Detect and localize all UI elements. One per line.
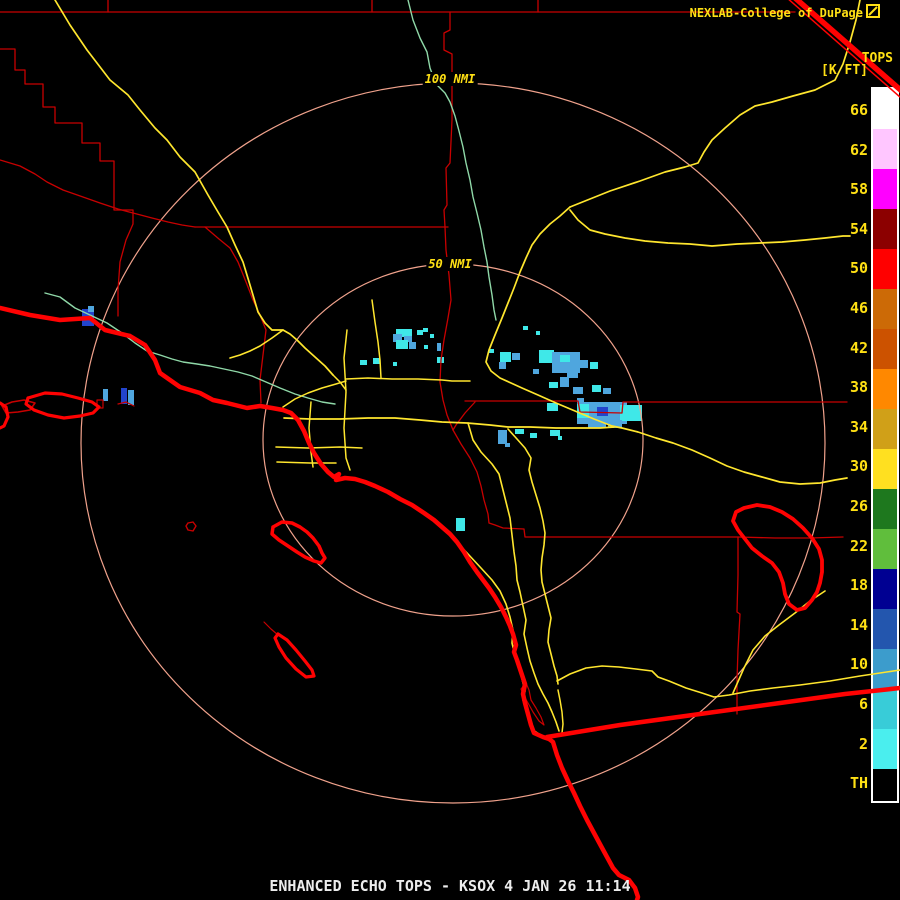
radar-echo-cyan-30 [592,385,601,392]
radar-echo-blue-15 [512,353,520,360]
radar-echo-cyan-45 [558,436,562,440]
radar-echo-cyan-7 [430,334,434,338]
radar-echo-cyan-22 [560,355,570,362]
radar-echo-cyan-43 [530,433,537,438]
radar-echo-cyan-6 [423,328,428,332]
salton-sea [731,503,824,612]
radar-map [0,0,900,900]
radar-echo-cyan-18 [523,326,528,330]
santabarbara-island [185,521,197,532]
county-staircase-kern [0,48,134,317]
county-ventura-wiggle [0,159,196,228]
highway-i5-coastal [426,515,550,740]
product-status-line: ENHANCED ECHO TOPS - KSOX 4 JAN 26 11:14 [269,877,631,895]
radar-echo-blue-26 [533,369,539,374]
radar-echo-blue-4 [409,342,416,349]
radar-echo-cyan-3 [396,340,408,349]
highway-ortega-se [485,206,848,485]
highway-east-wavy [569,209,851,247]
radar-echo-cyan-14 [500,352,511,362]
radar-echo-cyan-9 [373,358,380,364]
road-grid-link [332,374,347,391]
santacruz-island [24,391,101,420]
radar-echo-navy-37 [597,407,608,416]
radar-echo-cyan-13 [424,345,428,349]
radar-echo-cyan-27 [549,382,558,388]
road-grid-vertical-2 [308,401,314,468]
road-grid-vertical-1 [343,329,351,471]
radar-echo-blue-41 [505,443,510,447]
radar-echo-cyan-36 [620,405,642,421]
radar-echo-cyan-46 [456,518,465,531]
radar-echo-blue-23 [580,360,588,368]
radar-echo-blue-29 [573,387,583,394]
highway-ne-corner [569,0,861,208]
radar-echo-blue-16 [499,362,506,369]
radar-echo-cyan-44 [550,430,560,436]
road-basin-upper [345,377,471,382]
radar-echo-cyan-33 [547,403,558,411]
radar-echo-cyan-19 [536,331,540,335]
radar-echo-blue-40 [498,430,507,444]
range-ring-100nmi [80,82,826,804]
county-riverside-horizontal [464,400,848,414]
county-riverside-sd-east [452,429,844,539]
radar-echo-cyan-11 [393,362,397,366]
sanclemente-island [273,632,316,679]
road-north-stub [371,299,382,379]
road-grid-horizontal-3 [276,461,337,464]
county-connector [452,401,476,431]
range-ring-label-50nmi: 50 NMI [426,257,474,271]
road-grid-horizontal-2 [275,446,363,449]
highway-ne-branch [732,590,826,694]
college-of-dupage-logo-icon [866,4,880,21]
radar-echo-cyan-42 [515,429,524,434]
range-ring-label-100nmi: 100 NMI [422,72,478,86]
radar-display: 66 62 58 54 50 46 42 38 34 30 26 22 18 14 10 6 2 TH 100 N… [0,0,900,900]
brand-text: NEXLAB-College of DuPage [689,5,863,20]
left-edge-island [0,401,10,430]
county-orange-diag [204,226,267,404]
radar-echo-blue-28 [560,377,569,387]
radar-echo-cyan-20 [539,350,554,363]
colorbar-units: [K FT] [821,63,868,78]
road-palosverdes [282,380,347,408]
radar-echo-blue-48 [88,306,94,312]
river-mojave [407,0,497,321]
radar-echo-cyan-10 [360,360,367,365]
radar-echo-blue-49 [103,389,108,401]
highway-border-spur [557,689,564,734]
highway-nw-spur [229,329,284,359]
radar-echo-cyan-5 [417,330,423,335]
radar-echo-cyan-24 [590,362,598,369]
brand-header: NEXLAB-College of DuPage [690,4,880,21]
radar-echo-blue-8 [437,343,441,351]
sanclemente-tail [263,621,279,636]
county-imperial-vertical [736,536,741,715]
radar-echo-blue-31 [603,388,611,394]
radar-echo-blue-51 [128,390,134,405]
